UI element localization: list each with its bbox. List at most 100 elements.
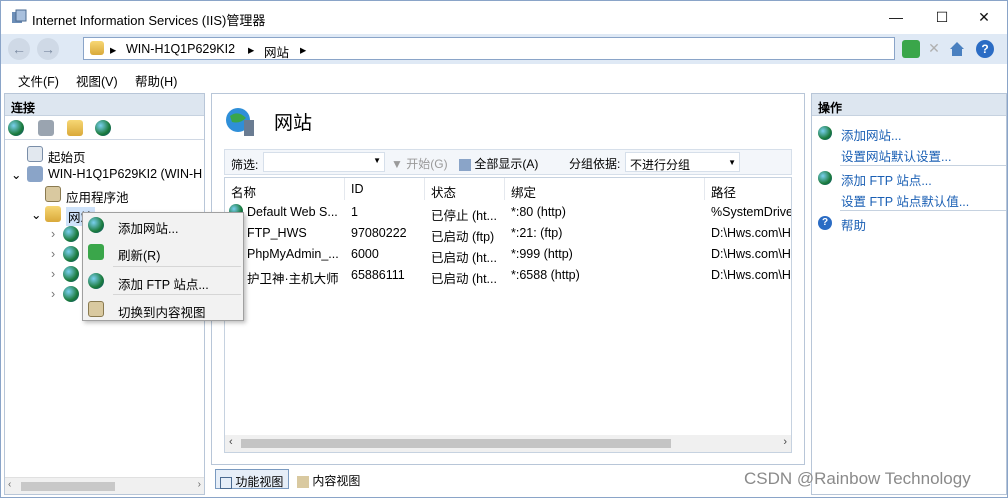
address-separator: ▸ <box>248 43 255 57</box>
sites-panel: 网站 筛选: ▼ ▼ 开始(G) 全部显示(A) 分组依据: 不进行分组 ▼ 名… <box>211 93 805 465</box>
table-scrollbar[interactable]: ‹ › <box>225 435 791 452</box>
connections-header: 连接 <box>5 94 204 116</box>
crumb-server[interactable]: WIN-H1Q1P629KI2 <box>126 42 235 56</box>
start-page-icon <box>27 146 43 162</box>
add-ftp-icon <box>88 273 104 289</box>
save-icon[interactable] <box>38 120 54 136</box>
action-help[interactable]: 帮助 <box>841 215 866 234</box>
site-globe-icon <box>63 286 79 302</box>
forward-button[interactable]: → <box>37 38 59 60</box>
refresh-icon <box>88 244 104 260</box>
address-separator: ▸ <box>300 43 307 57</box>
add-site-icon <box>818 126 832 140</box>
action-add-ftp[interactable]: 添加 FTP 站点... <box>841 170 932 189</box>
group-by-label: 分组依据: <box>569 157 621 171</box>
funnel-icon: ▼ <box>391 157 403 171</box>
column-id[interactable]: ID <box>345 178 425 200</box>
actions-header: 操作 <box>812 94 1006 116</box>
expand-icon[interactable]: › <box>51 287 55 301</box>
sites-folder-icon <box>45 206 61 222</box>
tab-content-view[interactable]: 内容视图 <box>293 469 373 489</box>
table-row[interactable]: PhpMyAdmin_... 6000 已启动 (ht... *:999 (ht… <box>225 244 791 265</box>
add-site-icon <box>88 217 104 233</box>
iis-manager-window: Internet Information Services (IIS)管理器 —… <box>0 0 1008 498</box>
chevron-down-icon: ▼ <box>373 156 381 165</box>
show-all-button[interactable]: 全部显示(A) <box>459 155 538 172</box>
features-view-icon <box>220 476 232 489</box>
content-view-icon <box>297 475 309 488</box>
collapse-icon[interactable]: ⌄ <box>11 167 21 182</box>
iis-app-icon <box>11 9 27 25</box>
server-icon <box>27 166 43 182</box>
table-row[interactable]: FTP_HWS 97080222 已启动 (ftp) *:21: (ftp) D… <box>225 223 791 244</box>
page-title: 网站 <box>274 113 313 134</box>
table-row[interactable]: Default Web S... 1 已停止 (ht... *:80 (http… <box>225 202 791 223</box>
column-binding[interactable]: 绑定 <box>505 178 705 200</box>
expand-icon[interactable]: › <box>51 227 55 241</box>
action-ftp-defaults[interactable]: 设置 FTP 站点默认值... <box>841 191 969 210</box>
close-button[interactable]: ✕ <box>961 1 1007 33</box>
connections-toolbar <box>5 116 204 140</box>
menu-help[interactable]: 帮助(H) <box>135 71 177 90</box>
help-icon[interactable]: ? <box>976 40 994 58</box>
expand-icon[interactable]: › <box>51 247 55 261</box>
column-name[interactable]: 名称 <box>225 178 345 200</box>
site-globe-icon <box>63 226 79 242</box>
maximize-button[interactable]: ☐ <box>919 1 965 33</box>
menu-item-add-ftp[interactable]: 添加 FTP 站点... <box>83 269 243 293</box>
menu-item-add-site[interactable]: 添加网站... <box>83 213 243 237</box>
back-button[interactable]: ← <box>8 38 30 60</box>
menu-item-refresh[interactable]: 刷新(R) <box>83 240 243 264</box>
menu-view[interactable]: 视图(V) <box>76 71 118 90</box>
help-icon: ? <box>818 216 832 230</box>
minimize-button[interactable]: — <box>873 1 919 33</box>
divider <box>840 165 1006 166</box>
connections-scrollbar[interactable]: ‹ › <box>5 477 204 494</box>
connect-icon[interactable] <box>8 120 24 136</box>
scrollbar-thumb[interactable] <box>21 482 115 491</box>
watermark: CSDN @Rainbow Technology <box>744 469 971 488</box>
action-add-site[interactable]: 添加网站... <box>841 125 901 144</box>
up-icon[interactable] <box>67 120 83 136</box>
expand-icon[interactable]: › <box>51 267 55 281</box>
menu-item-switch-content-view[interactable]: 切换到内容视图 <box>83 297 243 321</box>
add-ftp-icon <box>818 171 832 185</box>
home-icon[interactable] <box>948 40 966 58</box>
filter-label: 筛选: <box>231 158 259 172</box>
group-by-select[interactable]: 不进行分组 ▼ <box>625 152 740 172</box>
sites-table: 名称 ID 状态 绑定 路径 Default Web S... 1 已停止 (h… <box>224 177 792 453</box>
collapse-icon[interactable]: ⌄ <box>31 207 41 222</box>
site-globe-icon <box>63 246 79 262</box>
scrollbar-thumb[interactable] <box>241 439 671 448</box>
action-site-defaults[interactable]: 设置网站默认设置... <box>841 146 951 165</box>
address-separator: ▸ <box>110 43 117 57</box>
sites-large-icon <box>224 106 256 138</box>
column-status[interactable]: 状态 <box>425 178 505 200</box>
filter-bar: 筛选: ▼ ▼ 开始(G) 全部显示(A) 分组依据: 不进行分组 ▼ <box>224 149 792 175</box>
tab-features-view[interactable]: 功能视图 <box>215 469 289 489</box>
actions-panel: 操作 添加网站... 设置网站默认设置... 添加 FTP 站点... 设置 F… <box>811 93 1007 495</box>
sites-folder-icon <box>90 41 104 55</box>
filter-input[interactable]: ▼ <box>263 152 385 172</box>
menu-bar: 文件(F) 视图(V) 帮助(H) <box>1 66 1007 90</box>
context-menu: 添加网站... 刷新(R) 添加 FTP 站点... 切换到内容视图 <box>82 212 244 321</box>
show-all-icon <box>459 158 471 171</box>
app-pool-icon <box>45 186 61 202</box>
site-globe-icon <box>63 266 79 282</box>
stop-icon[interactable]: ✕ <box>925 40 943 58</box>
title-bar: Internet Information Services (IIS)管理器 —… <box>1 1 1007 33</box>
crumb-sites[interactable]: 网站 <box>264 42 289 61</box>
menu-file[interactable]: 文件(F) <box>18 71 59 90</box>
divider <box>840 210 1006 211</box>
address-bar[interactable]: ▸ WIN-H1Q1P629KI2 ▸ 网站 ▸ <box>83 37 895 60</box>
column-path[interactable]: 路径 <box>705 178 791 200</box>
sites-header: 网站 <box>212 94 804 144</box>
chevron-down-icon: ▼ <box>728 158 736 167</box>
menu-separator <box>113 294 241 295</box>
disconnect-icon[interactable] <box>95 120 111 136</box>
window-title: Internet Information Services (IIS)管理器 <box>32 13 266 28</box>
refresh-icon[interactable] <box>902 40 920 58</box>
start-filter-button[interactable]: ▼ 开始(G) <box>391 155 448 172</box>
address-toolbar: ← → ▸ WIN-H1Q1P629KI2 ▸ 网站 ▸ ✕ ? <box>1 34 1007 64</box>
table-row[interactable]: 护卫神·主机大师 65886111 已启动 (ht... *:6588 (htt… <box>225 265 791 286</box>
